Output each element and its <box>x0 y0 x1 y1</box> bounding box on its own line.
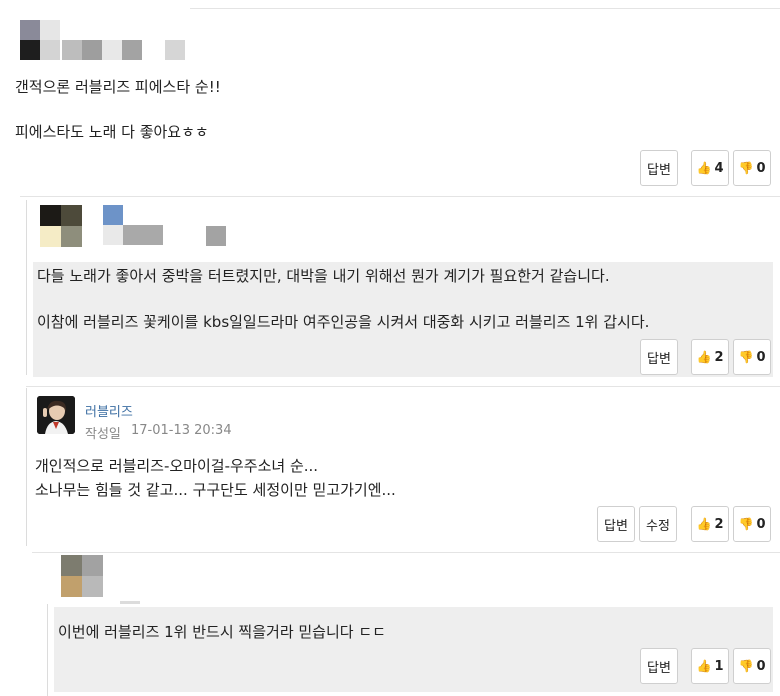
dislike-button[interactable]: 👎 0 <box>733 150 771 186</box>
username-redacted <box>62 40 162 60</box>
comment-text-line: 피에스타도 노래 다 좋아요ㅎㅎ <box>15 123 209 141</box>
dislike-count: 0 <box>756 658 766 674</box>
dislike-button[interactable]: 👎 0 <box>733 648 771 684</box>
thumbs-down-icon: 👎 <box>738 659 754 673</box>
comment-text-line: 이참에 러블리즈 꽃케이를 kbs일일드라마 여주인공을 시켜서 대중화 시키고… <box>37 313 650 331</box>
reply-button[interactable]: 답변 <box>597 506 635 542</box>
avatar <box>40 205 82 247</box>
comment-text-line: 다들 노래가 좋아서 중박을 터트렸지만, 대박을 내기 위해선 뭔가 계기가 … <box>37 267 610 285</box>
reply-indent-line <box>26 200 27 375</box>
thumbs-down-icon: 👎 <box>738 161 754 175</box>
comment-author[interactable]: 러블리즈 <box>85 401 133 420</box>
comment-text-line: 개인적으로 러블리즈-오마이걸-우주소녀 순... <box>35 457 319 475</box>
divider <box>32 552 780 553</box>
like-count: 4 <box>714 160 724 176</box>
divider <box>190 8 780 9</box>
thumbs-up-icon: 👍 <box>696 517 712 531</box>
username-redacted-tail <box>165 40 185 60</box>
avatar <box>61 555 103 597</box>
username-redacted-tail <box>206 226 226 246</box>
thumbs-down-icon: 👎 <box>738 350 754 364</box>
reply-indent-line <box>26 388 27 546</box>
like-count: 1 <box>714 658 724 674</box>
thumbs-up-icon: 👍 <box>696 659 712 673</box>
comment-text-line: 이번에 러블리즈 1위 반드시 찍을거라 믿습니다 ㄷㄷ <box>58 623 386 641</box>
username-redacted <box>120 601 140 604</box>
like-button[interactable]: 👍 4 <box>691 150 729 186</box>
dislike-count: 0 <box>756 516 766 532</box>
avatar <box>37 396 75 434</box>
divider <box>26 386 780 387</box>
reply-button[interactable]: 답변 <box>640 339 678 375</box>
reply-button[interactable]: 답변 <box>640 150 678 186</box>
comment-text-line: 소나무는 힘들 것 같고... 구구단도 세정이만 믿고가기엔... <box>35 481 396 499</box>
reply-button[interactable]: 답변 <box>640 648 678 684</box>
dislike-button[interactable]: 👎 0 <box>733 506 771 542</box>
avatar <box>20 20 60 60</box>
comment-text-line: 갠적으론 러블리즈 피에스타 순!! <box>15 78 221 96</box>
like-button[interactable]: 👍 2 <box>691 506 729 542</box>
avatar-image <box>37 396 75 434</box>
dislike-button[interactable]: 👎 0 <box>733 339 771 375</box>
thumbs-up-icon: 👍 <box>696 350 712 364</box>
thumbs-down-icon: 👎 <box>738 517 754 531</box>
like-button[interactable]: 👍 1 <box>691 648 729 684</box>
post-date-label: 작성일 <box>85 427 121 442</box>
reply-indent-line <box>47 604 48 696</box>
edit-button[interactable]: 수정 <box>639 506 677 542</box>
thumbs-up-icon: 👍 <box>696 161 712 175</box>
post-date: 17-01-13 20:34 <box>131 423 232 438</box>
username-redacted <box>103 205 163 245</box>
like-button[interactable]: 👍 2 <box>691 339 729 375</box>
dislike-count: 0 <box>756 349 766 365</box>
like-count: 2 <box>714 349 724 365</box>
divider <box>20 196 780 197</box>
dislike-count: 0 <box>756 160 766 176</box>
like-count: 2 <box>714 516 724 532</box>
